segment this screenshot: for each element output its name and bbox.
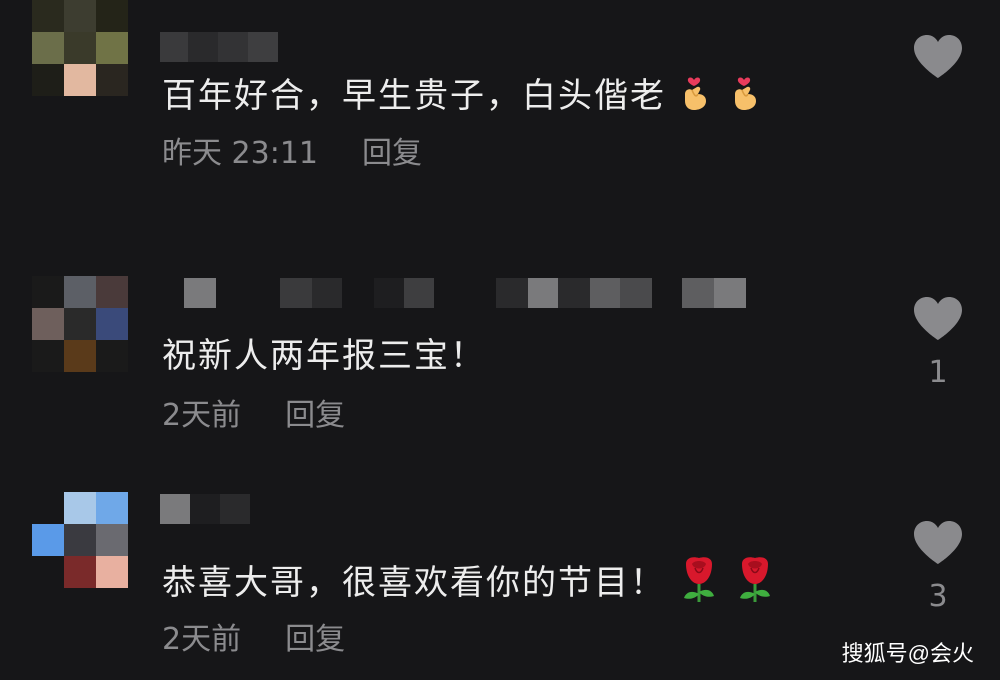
username-redacted[interactable] [160,278,750,308]
like-button[interactable] [910,34,966,84]
heart-icon [914,35,962,78]
finger-heart-emoji-icon [676,72,716,123]
comment-meta: 昨天 23:11 回复 [162,136,422,172]
avatar[interactable] [32,276,128,372]
comment-meta: 2天前 回复 [162,398,345,434]
reply-button[interactable]: 回复 [362,136,422,171]
rose-emoji-icon [676,554,722,615]
watermark: 搜狐号@会火 [841,641,974,666]
like-count: 3 [928,579,948,614]
avatar[interactable] [32,492,128,588]
comment-list: 百年好合，早生贵子，白头偕老 昨天 23:11 回复 祝新人两年报三宝！ 2天前… [0,0,1000,680]
heart-icon [914,521,962,564]
like-button[interactable]: 1 [910,296,966,390]
reply-button[interactable]: 回复 [285,622,345,657]
heart-icon [914,297,962,340]
comment-time: 昨天 23:11 [162,136,318,171]
rose-emoji-icon [732,554,778,615]
comment-text: 恭喜大哥，很喜欢看你的节目！ [162,554,778,615]
avatar[interactable] [32,0,128,96]
comment-text: 祝新人两年报三宝！ [162,334,486,378]
comment-time: 2天前 [162,622,242,657]
comment-body: 祝新人两年报三宝！ [162,336,486,376]
comment-meta: 2天前 回复 [162,622,345,658]
finger-heart-emoji-icon [726,72,766,123]
comment-time: 2天前 [162,398,242,433]
comment-body: 恭喜大哥，很喜欢看你的节目！ [162,563,666,603]
like-count: 1 [928,355,948,390]
like-button[interactable]: 3 [910,520,966,614]
username-redacted[interactable] [160,32,280,62]
comment-body: 百年好合，早生贵子，白头偕老 [162,76,666,116]
reply-button[interactable]: 回复 [285,398,345,433]
username-redacted[interactable] [160,494,260,524]
comment-text: 百年好合，早生贵子，白头偕老 [162,72,766,123]
